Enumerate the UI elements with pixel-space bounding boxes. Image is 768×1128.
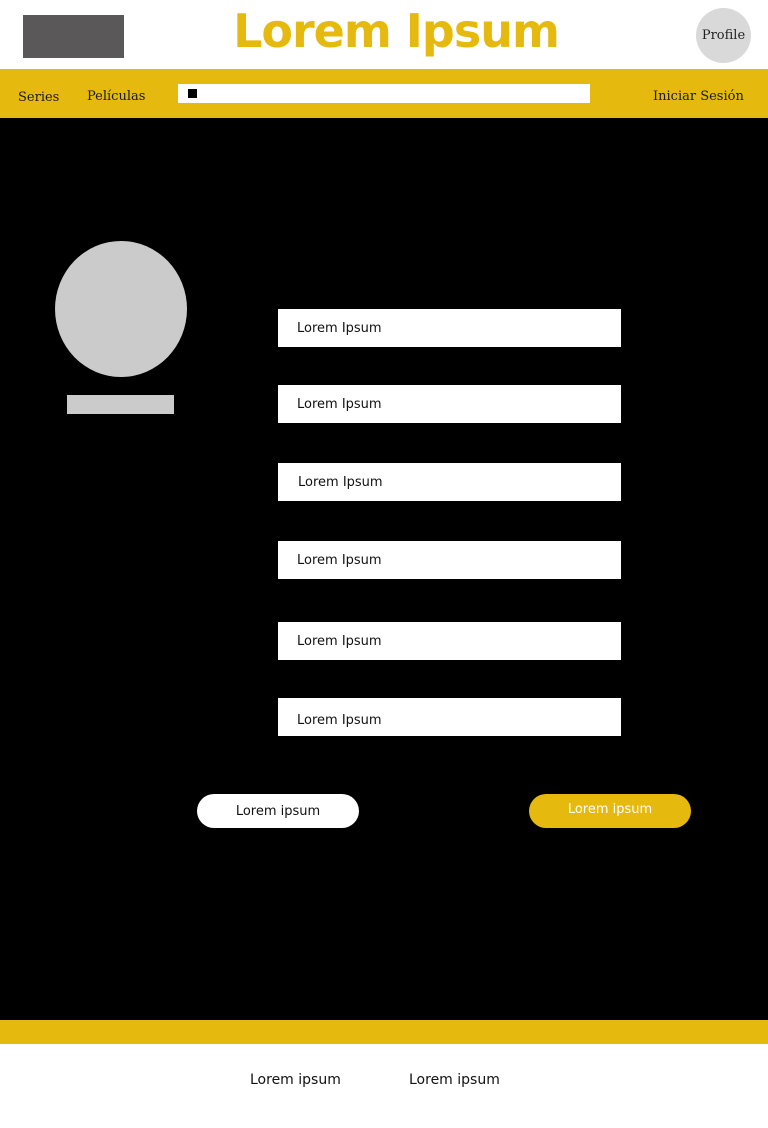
header: Lorem Ipsum Profile [0, 0, 768, 69]
login-link[interactable]: Iniciar Sesión [653, 89, 744, 104]
form-field-2[interactable]: Lorem Ipsum [278, 385, 621, 423]
main-content: Lorem Ipsum Lorem Ipsum Lorem Ipsum Lore… [0, 118, 768, 1020]
form-field-4[interactable]: Lorem Ipsum [278, 541, 621, 579]
search-icon[interactable] [188, 89, 197, 98]
navbar: Series Películas Iniciar Sesión [0, 69, 768, 118]
footer-accent-bar [0, 1020, 768, 1044]
footer-link-2[interactable]: Lorem ipsum [409, 1072, 500, 1088]
footer: Lorem ipsum Lorem ipsum [0, 1044, 768, 1128]
profile-button[interactable]: Profile [696, 8, 751, 63]
nav-peliculas-link[interactable]: Películas [87, 89, 145, 104]
primary-button[interactable]: Lorem ipsum [529, 794, 691, 828]
footer-link-1[interactable]: Lorem ipsum [250, 1072, 341, 1088]
search-bar[interactable] [178, 84, 590, 103]
avatar-caption-placeholder [67, 395, 174, 414]
search-input[interactable] [204, 84, 584, 103]
form-field-5[interactable]: Lorem Ipsum [278, 622, 621, 660]
form-field-3[interactable]: Lorem Ipsum [278, 463, 621, 501]
secondary-button[interactable]: Lorem ipsum [197, 794, 359, 828]
nav-series-link[interactable]: Series [18, 90, 59, 105]
avatar-placeholder[interactable] [55, 241, 187, 377]
form-field-6[interactable]: Lorem Ipsum [278, 698, 621, 736]
form-field-1[interactable]: Lorem Ipsum [278, 309, 621, 347]
site-title: Lorem Ipsum [233, 4, 560, 58]
